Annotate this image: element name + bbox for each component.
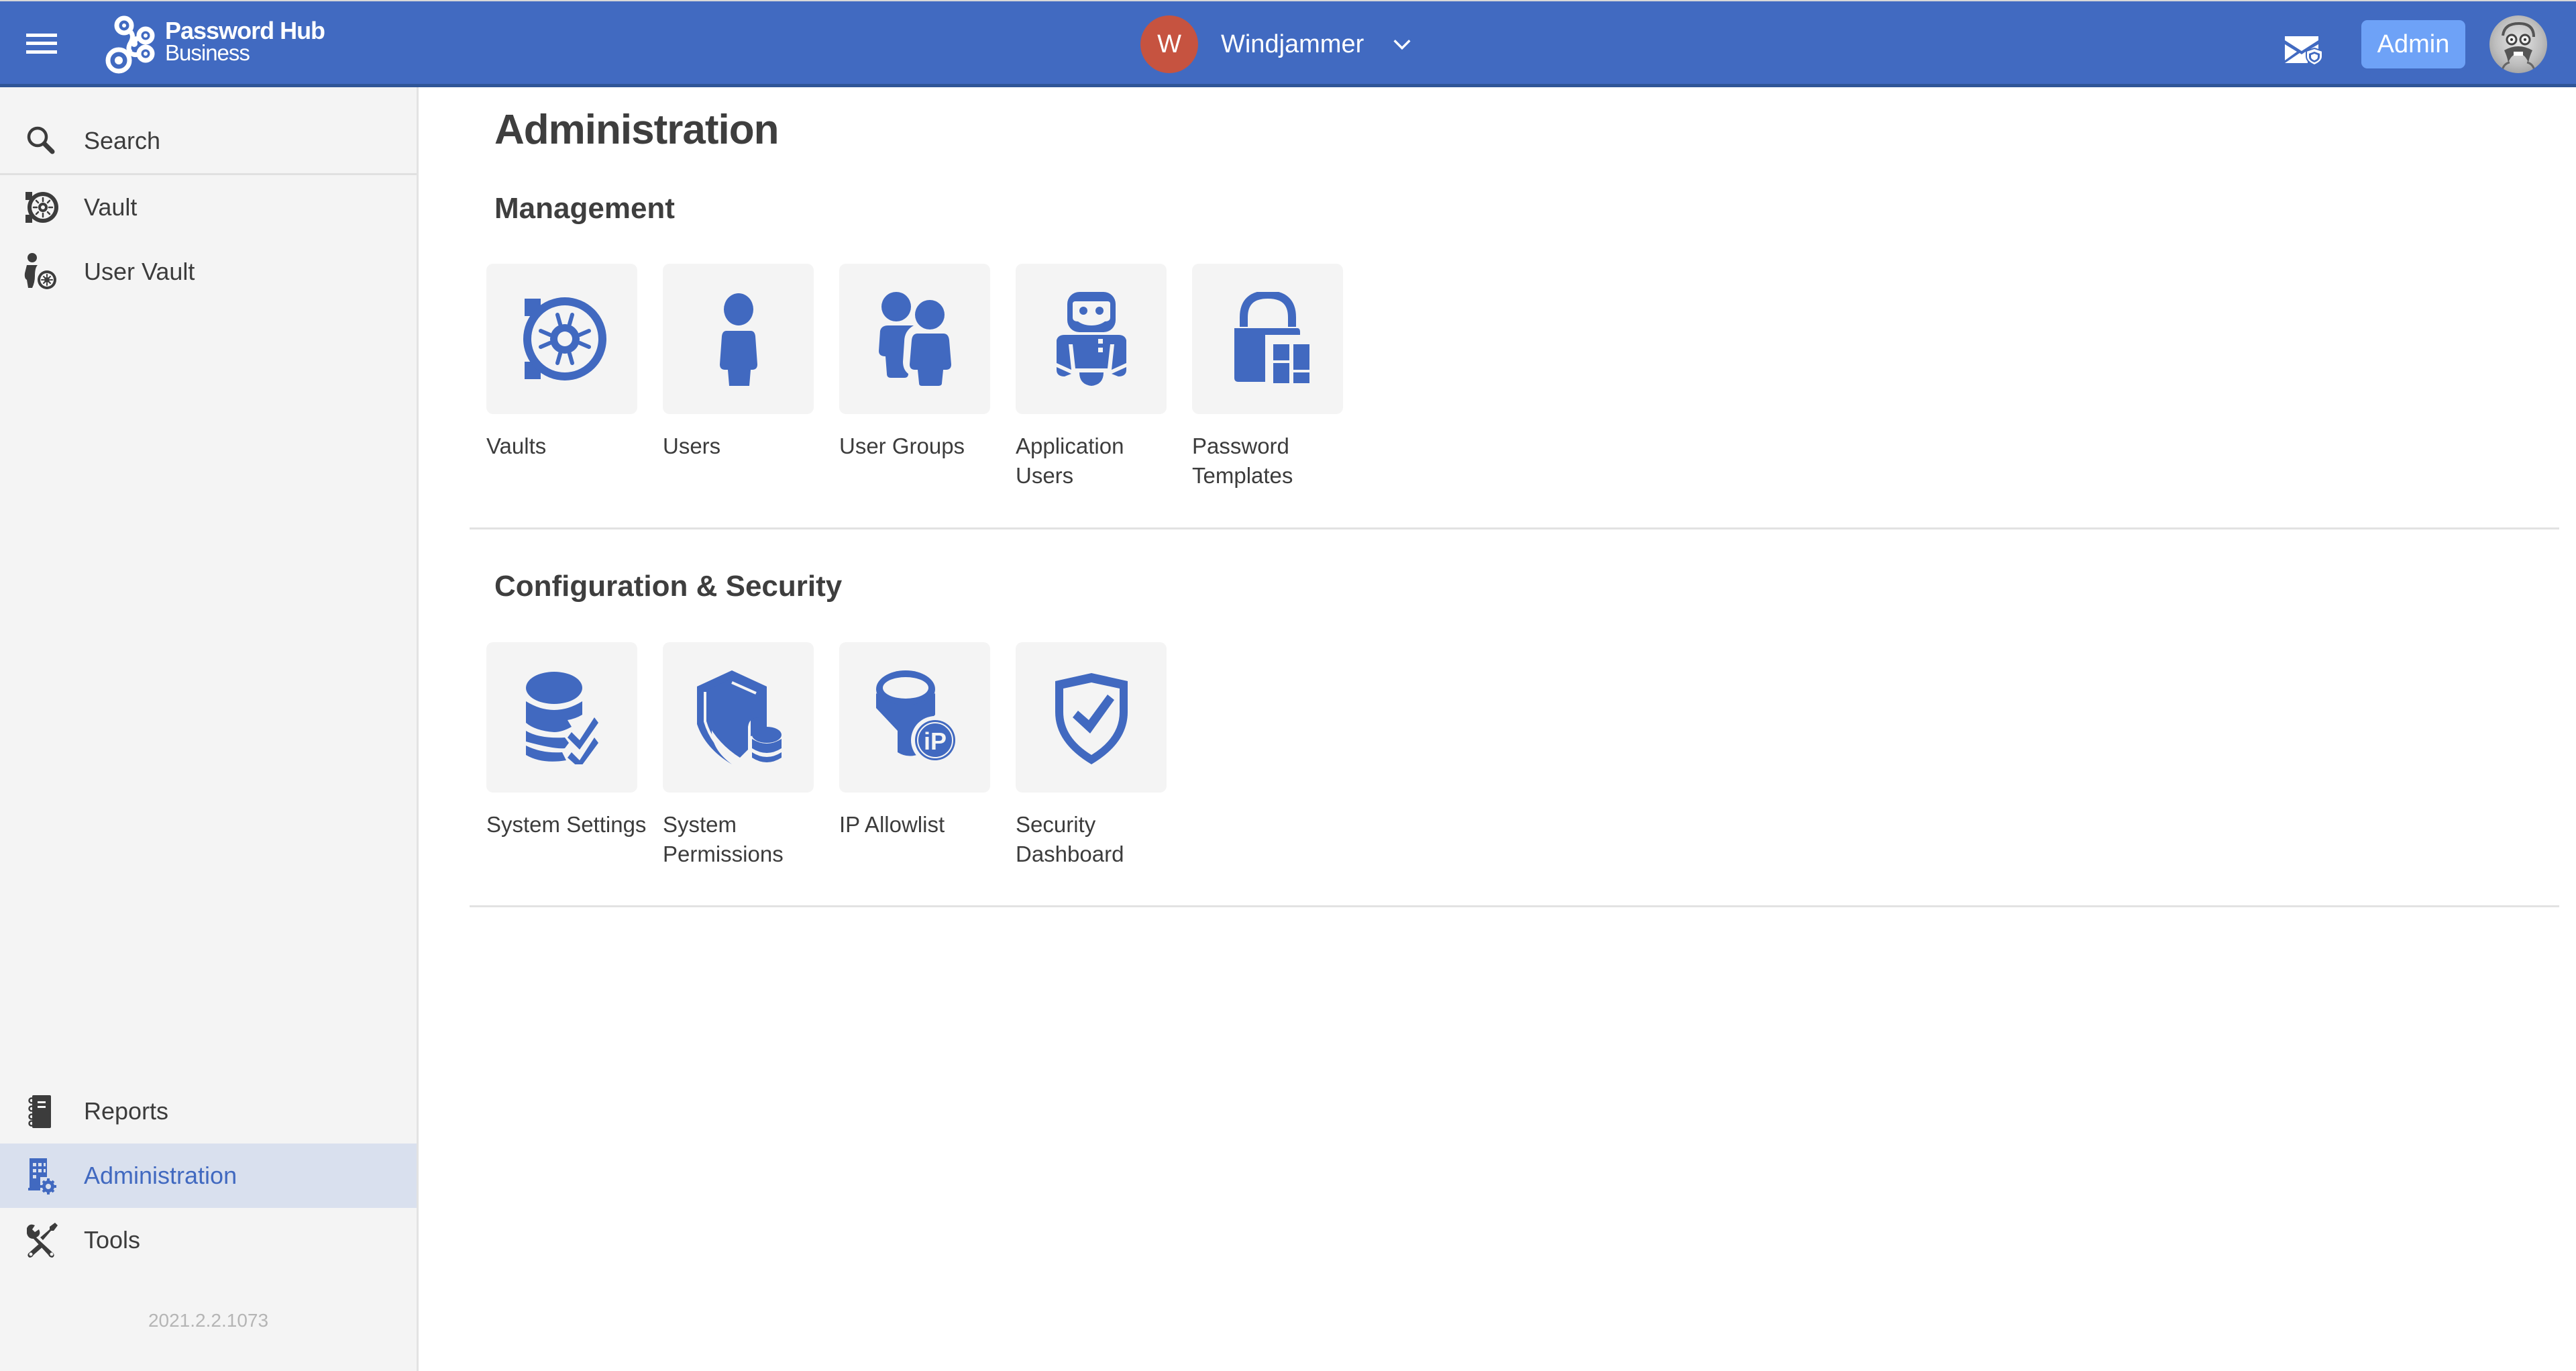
sidebar-item-tools[interactable]: Tools	[0, 1208, 417, 1272]
tile-label: System Settings	[486, 812, 647, 837]
secure-mail-icon[interactable]	[2284, 31, 2324, 66]
tenant-avatar: W	[1140, 15, 1198, 73]
sidebar-item-label: User Vault	[84, 258, 195, 285]
administration-icon	[28, 1158, 56, 1195]
tile-icon-box	[663, 264, 814, 414]
tile-icon-box	[486, 264, 637, 414]
vault-icon	[25, 192, 58, 223]
menu-toggle-button[interactable]	[24, 28, 59, 59]
tile-icon-box	[839, 264, 990, 414]
sidebar-item-label: Administration	[84, 1162, 237, 1189]
hamburger-icon-line	[26, 50, 57, 54]
password-hub-logo-icon[interactable]	[104, 12, 171, 79]
admin-button[interactable]: Admin	[2361, 20, 2465, 68]
tile-icon-box: iP	[839, 642, 990, 793]
tile-icon-box	[1192, 264, 1343, 414]
tile-label: Users	[663, 434, 721, 458]
tile-icon-box	[1016, 642, 1167, 793]
tile-icon-box	[1016, 264, 1167, 414]
tile-label: Application Users	[1016, 434, 1124, 488]
lock-template-icon	[1234, 292, 1309, 383]
section-divider	[470, 905, 2559, 907]
chevron-down-icon	[1393, 40, 1411, 50]
ip-filter-icon: iP	[875, 670, 959, 764]
shield-check-icon	[1055, 673, 1128, 764]
tile-icon-box	[486, 642, 637, 793]
tile-vaults[interactable]: Vaults	[486, 264, 641, 461]
sidebar-item-vault[interactable]: Vault	[0, 175, 417, 240]
reports-icon	[28, 1095, 51, 1128]
brand-line-1: Password Hub	[165, 17, 325, 44]
hamburger-icon-line	[26, 42, 57, 45]
top-bar: Password Hub Business W Windjammer Admin	[0, 0, 2576, 87]
robot-icon	[1056, 292, 1126, 386]
tile-system-permissions[interactable]: System Permissions	[663, 642, 817, 869]
sidebar: Search Vault User Vault Reports Administ…	[0, 87, 419, 1371]
tools-icon	[27, 1223, 58, 1258]
section-title-management: Management	[494, 192, 675, 225]
tile-application-users[interactable]: Application Users	[1016, 264, 1170, 491]
shield-database-icon	[696, 670, 782, 764]
sidebar-item-user-vault[interactable]: User Vault	[0, 240, 417, 304]
sidebar-item-label: Tools	[84, 1226, 141, 1254]
tile-user-groups[interactable]: User Groups	[839, 264, 994, 461]
sidebar-item-search[interactable]: Search	[0, 109, 417, 173]
main-content: Administration Management Vaults Users U…	[421, 87, 2576, 1371]
tile-security-dashboard[interactable]: Security Dashboard	[1016, 642, 1170, 869]
tile-label: User Groups	[839, 434, 965, 458]
hamburger-icon	[26, 34, 57, 37]
tile-label: System Permissions	[663, 812, 784, 866]
user-avatar-illustration-icon	[2500, 21, 2536, 73]
user-groups-icon	[878, 292, 951, 386]
tile-label: Vaults	[486, 434, 547, 458]
svg-text:iP: iP	[923, 727, 946, 755]
search-icon	[27, 126, 55, 154]
brand-line-2: Business	[165, 40, 250, 65]
sidebar-item-label: Vault	[84, 193, 138, 221]
section-title-configuration-security: Configuration & Security	[494, 570, 843, 603]
user-vault-icon	[24, 253, 56, 289]
tile-icon-box	[663, 642, 814, 793]
app-version: 2021.2.2.1073	[148, 1310, 269, 1331]
tenant-switcher[interactable]: W Windjammer	[1140, 15, 1413, 73]
user-icon	[719, 293, 757, 386]
tile-label: Password Templates	[1192, 434, 1293, 488]
brand-name: Password Hub Business	[165, 19, 325, 64]
tile-ip-allowlist[interactable]: iP IP Allowlist	[839, 642, 994, 840]
tile-password-templates[interactable]: Password Templates	[1192, 264, 1346, 491]
sidebar-item-reports[interactable]: Reports	[0, 1079, 417, 1144]
tile-users[interactable]: Users	[663, 264, 817, 461]
user-avatar[interactable]	[2489, 15, 2547, 73]
tenant-name: Windjammer	[1221, 30, 1364, 58]
sidebar-item-label: Reports	[84, 1097, 169, 1125]
sidebar-item-administration[interactable]: Administration	[0, 1144, 417, 1208]
tile-system-settings[interactable]: System Settings	[486, 642, 646, 840]
database-check-icon	[525, 672, 598, 764]
sidebar-item-label: Search	[84, 127, 161, 154]
tile-label: Security Dashboard	[1016, 812, 1124, 866]
vault-icon	[523, 297, 606, 380]
tile-label: IP Allowlist	[839, 812, 945, 837]
page-title: Administration	[494, 107, 779, 153]
section-divider	[470, 527, 2559, 529]
